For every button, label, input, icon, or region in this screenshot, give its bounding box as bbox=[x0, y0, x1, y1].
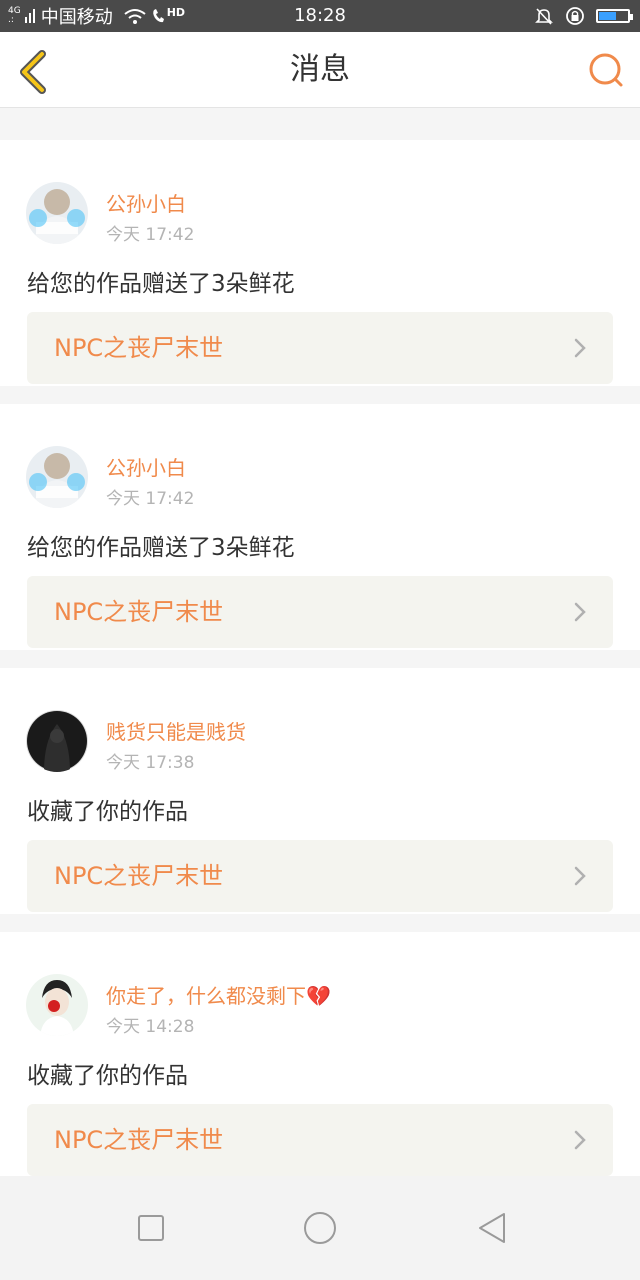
search-icon[interactable] bbox=[586, 50, 626, 90]
username[interactable]: 公孙小白 bbox=[106, 452, 186, 481]
avatar[interactable] bbox=[26, 710, 88, 772]
message-card: 贱货只能是贱货 今天 17:38 收藏了你的作品 NPC之丧尸末世 bbox=[0, 668, 640, 914]
timestamp: 今天 17:38 bbox=[106, 753, 195, 773]
message-text: 给您的作品赠送了3朵鲜花 bbox=[27, 535, 295, 561]
message-text: 给您的作品赠送了3朵鲜花 bbox=[27, 271, 295, 297]
avatar-image bbox=[26, 974, 88, 1036]
work-link[interactable]: NPC之丧尸末世 bbox=[27, 840, 613, 912]
chevron-right-icon bbox=[574, 338, 586, 358]
message-text: 收藏了你的作品 bbox=[27, 1063, 188, 1089]
work-link[interactable]: NPC之丧尸末世 bbox=[27, 312, 613, 384]
message-list: 公孙小白 今天 17:42 给您的作品赠送了3朵鲜花 NPC之丧尸末世 公孙小白… bbox=[0, 124, 640, 1196]
recents-square-icon[interactable] bbox=[131, 1208, 171, 1248]
message-card: 公孙小白 今天 17:42 给您的作品赠送了3朵鲜花 NPC之丧尸末世 bbox=[0, 140, 640, 386]
username[interactable]: 公孙小白 bbox=[106, 188, 186, 217]
chevron-right-icon bbox=[574, 866, 586, 886]
battery-icon bbox=[596, 9, 633, 23]
message-card: 公孙小白 今天 17:42 给您的作品赠送了3朵鲜花 NPC之丧尸末世 bbox=[0, 404, 640, 650]
timestamp: 今天 17:42 bbox=[106, 225, 195, 245]
chevron-right-icon bbox=[574, 602, 586, 622]
work-title: NPC之丧尸末世 bbox=[54, 862, 224, 890]
timestamp: 今天 17:42 bbox=[106, 489, 195, 509]
avatar[interactable] bbox=[26, 182, 88, 244]
work-title: NPC之丧尸末世 bbox=[54, 1126, 224, 1154]
battery-fill bbox=[599, 12, 616, 20]
message-card: 你走了，什么都没剩下💔 今天 14:28 收藏了你的作品 NPC之丧尸末世 bbox=[0, 932, 640, 1178]
avatar-image bbox=[26, 446, 88, 508]
work-title: NPC之丧尸末世 bbox=[54, 598, 224, 626]
status-bar: 4G .: 中国移动 HD 18:28 bbox=[0, 0, 640, 32]
chevron-right-icon bbox=[574, 1130, 586, 1150]
avatar[interactable] bbox=[26, 974, 88, 1036]
username[interactable]: 你走了，什么都没剩下💔 bbox=[106, 980, 331, 1009]
avatar[interactable] bbox=[26, 446, 88, 508]
username[interactable]: 贱货只能是贱货 bbox=[106, 716, 246, 745]
rotation-lock-icon bbox=[566, 7, 584, 25]
back-triangle-icon[interactable] bbox=[472, 1208, 512, 1248]
status-right bbox=[534, 0, 633, 32]
mute-icon bbox=[535, 8, 553, 25]
message-text: 收藏了你的作品 bbox=[27, 799, 188, 825]
work-link[interactable]: NPC之丧尸末世 bbox=[27, 576, 613, 648]
home-circle-icon[interactable] bbox=[300, 1208, 340, 1248]
page-title: 消息 bbox=[290, 52, 350, 87]
avatar-image bbox=[26, 710, 88, 772]
avatar-image bbox=[26, 182, 88, 244]
nav-bar: 消息 bbox=[0, 32, 640, 108]
system-nav-bar bbox=[0, 1176, 640, 1280]
timestamp: 今天 14:28 bbox=[106, 1017, 195, 1037]
work-title: NPC之丧尸末世 bbox=[54, 334, 224, 362]
work-link[interactable]: NPC之丧尸末世 bbox=[27, 1104, 613, 1176]
